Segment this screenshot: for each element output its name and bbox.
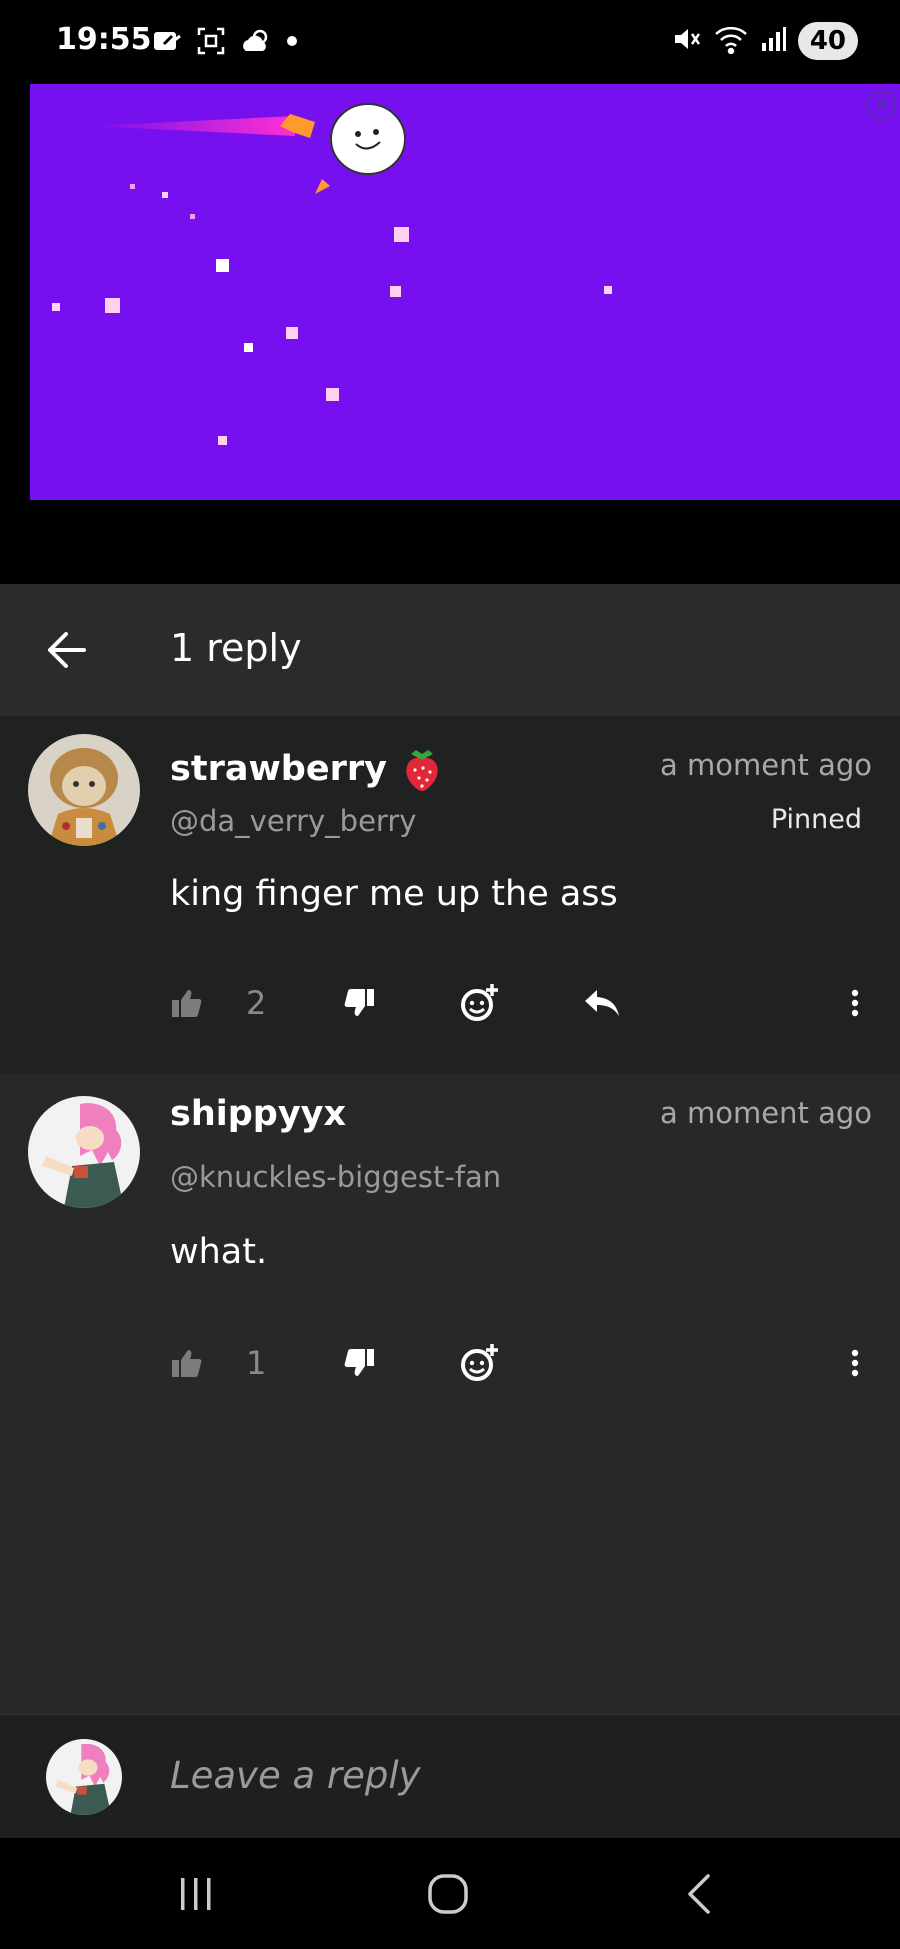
- status-bar: 19:55 40: [0, 0, 900, 84]
- particle: [286, 327, 298, 339]
- battery-indicator: 40: [797, 22, 858, 60]
- character: [330, 103, 406, 175]
- thumbs-up-icon: [172, 990, 202, 1017]
- comment-actions: 2: [170, 978, 870, 1028]
- reply-input[interactable]: [170, 1745, 850, 1805]
- avatar[interactable]: [28, 1096, 140, 1208]
- home-button[interactable]: [418, 1866, 478, 1922]
- particle: [218, 436, 227, 445]
- particle: [390, 286, 401, 297]
- avatar: [46, 1739, 122, 1815]
- signal-icon: [760, 25, 786, 57]
- nav-back-icon: [688, 1874, 710, 1914]
- more-options-button[interactable]: [840, 1338, 870, 1388]
- reply-button[interactable]: [582, 978, 622, 1028]
- thumbs-down-icon: [344, 1349, 374, 1376]
- pinned-badge: Pinned: [770, 804, 862, 835]
- nav-back-button[interactable]: [670, 1866, 730, 1922]
- game-canvas[interactable]: [30, 84, 900, 500]
- particle: [52, 303, 60, 311]
- recent-apps-icon: [181, 1878, 211, 1910]
- video-player[interactable]: [0, 84, 900, 584]
- dislike-button[interactable]: [342, 1338, 376, 1388]
- status-right-icons: 40: [672, 22, 858, 60]
- status-left-icons: [152, 26, 298, 56]
- particle: [604, 286, 612, 294]
- particle: [244, 343, 253, 352]
- particle: [394, 227, 409, 242]
- react-button[interactable]: [460, 1338, 500, 1388]
- thumbs-down-icon: [344, 989, 374, 1016]
- comment-actions: 1: [170, 1338, 870, 1388]
- username-text: strawberry: [170, 749, 387, 789]
- comment-item: strawberry @da_verry_berry a moment ago …: [0, 716, 900, 1074]
- status-time: 19:55: [56, 22, 152, 57]
- particle: [162, 192, 168, 198]
- back-button[interactable]: [40, 624, 92, 676]
- add-reaction-icon: [461, 984, 498, 1021]
- notification-dot-icon: [286, 35, 298, 47]
- comment-text: what.: [170, 1232, 268, 1272]
- like-button[interactable]: [170, 978, 204, 1028]
- more-vertical-icon: [851, 1349, 859, 1377]
- recent-apps-button[interactable]: [166, 1866, 226, 1922]
- pause-button[interactable]: [866, 90, 896, 120]
- strawberry-icon: [406, 750, 438, 791]
- comment-item: shippyyx @knuckles-biggest-fan a moment …: [0, 1074, 900, 1714]
- comment-handle[interactable]: @knuckles-biggest-fan: [170, 1160, 501, 1194]
- comment-timestamp: a moment ago: [660, 1096, 872, 1130]
- back-arrow-icon: [48, 632, 86, 668]
- reply-icon: [585, 990, 619, 1016]
- reply-header: 1 reply: [0, 584, 900, 716]
- avatar[interactable]: [28, 734, 140, 846]
- particle: [130, 184, 135, 189]
- like-count: 1: [246, 1344, 267, 1382]
- rocket-flame-small: [315, 179, 330, 194]
- thumbs-up-icon: [172, 1350, 202, 1377]
- page-title: 1 reply: [170, 626, 302, 670]
- like-count: 2: [246, 984, 267, 1022]
- more-vertical-icon: [851, 989, 859, 1017]
- particle: [216, 259, 229, 272]
- comment-username[interactable]: strawberry: [170, 746, 443, 792]
- game-scene: [52, 103, 612, 445]
- screenshot-icon: [196, 26, 226, 56]
- particle: [326, 388, 339, 401]
- screen-record-icon: [152, 28, 182, 54]
- rocket-trail: [90, 116, 295, 136]
- comment-handle[interactable]: @da_verry_berry: [170, 804, 416, 838]
- system-nav-bar: [0, 1838, 900, 1949]
- home-icon: [428, 1874, 468, 1914]
- add-reaction-icon: [461, 1344, 498, 1381]
- comment-username[interactable]: shippyyx: [170, 1094, 346, 1134]
- weather-icon: [240, 27, 272, 55]
- mute-icon: [672, 24, 702, 58]
- particle: [105, 298, 120, 313]
- react-button[interactable]: [460, 978, 500, 1028]
- particle: [190, 214, 195, 219]
- wifi-icon: [714, 24, 748, 58]
- pause-icon: [877, 100, 885, 110]
- dislike-button[interactable]: [342, 978, 376, 1028]
- comment-timestamp: a moment ago: [660, 748, 872, 782]
- like-button[interactable]: [170, 1338, 204, 1388]
- reply-composer: [0, 1714, 900, 1838]
- more-options-button[interactable]: [840, 978, 870, 1028]
- comment-text: king finger me up the ass: [170, 874, 618, 914]
